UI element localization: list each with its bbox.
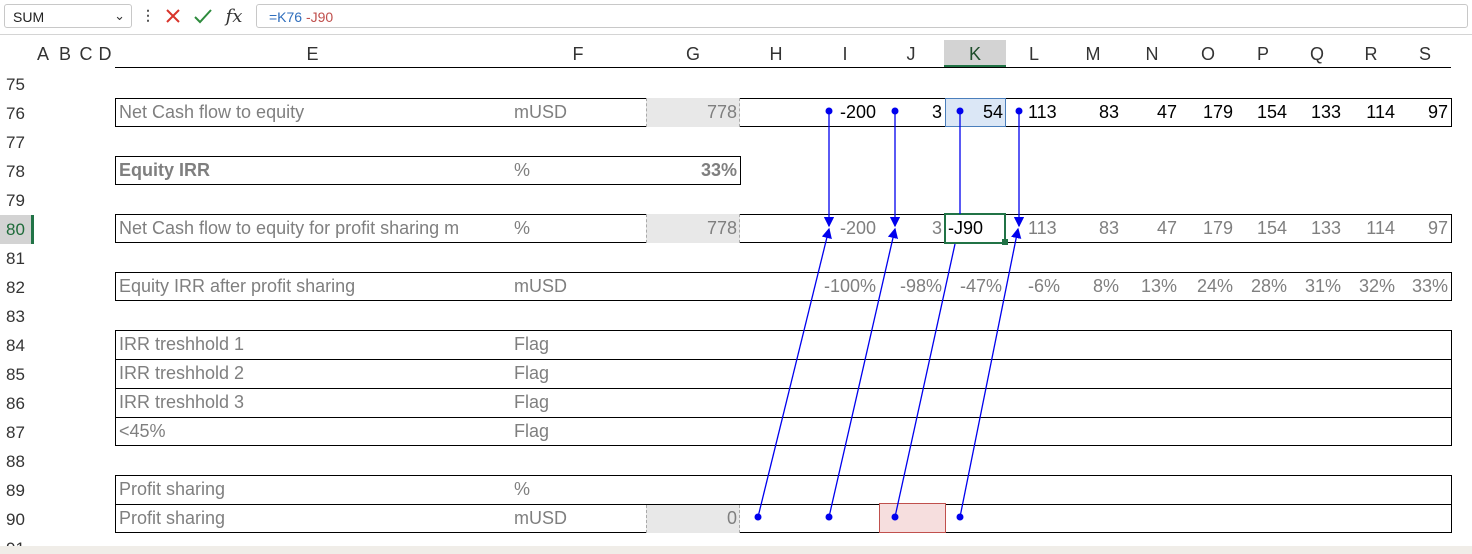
arrow-k76-to-k80 (956, 107, 964, 214)
arrow-k90-to-l80 (956, 227, 1022, 521)
arrow-j76-to-j80 (889, 107, 901, 228)
arrow-j90-to-k80 (891, 243, 956, 521)
trace-arrows (754, 107, 1025, 521)
arrow-l76-to-l80 (1013, 107, 1025, 228)
arrow-h90-to-i80 (754, 227, 832, 521)
arrow-i76-to-i80 (823, 107, 835, 228)
bottom-scrollbar[interactable] (0, 546, 1472, 554)
arrow-i90-to-j80 (825, 227, 899, 521)
